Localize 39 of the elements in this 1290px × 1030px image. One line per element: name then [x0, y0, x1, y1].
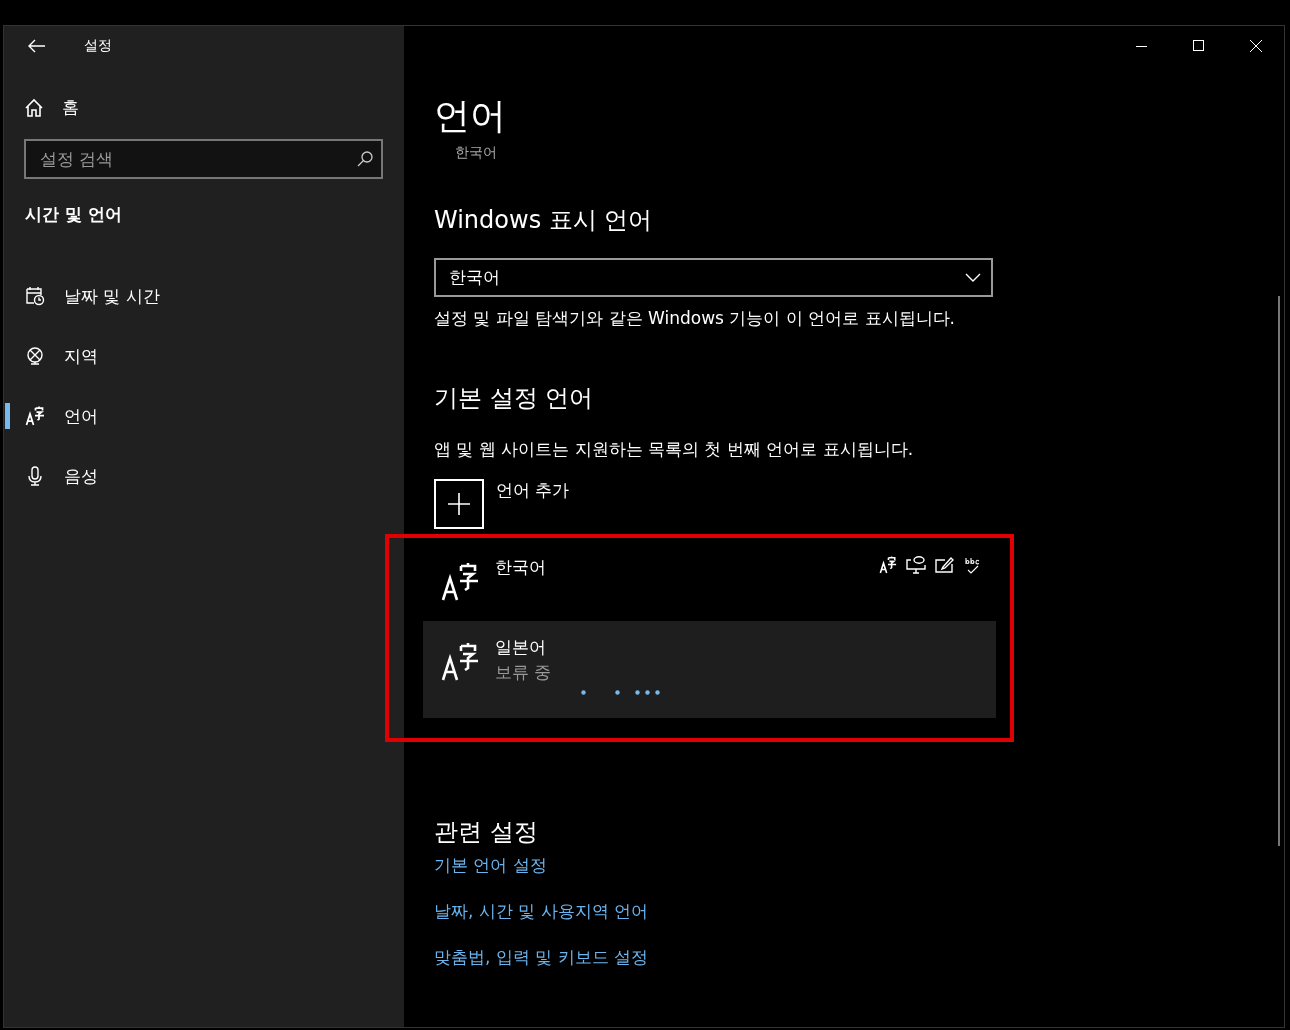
globe-icon: [25, 346, 45, 366]
microphone-icon: [25, 466, 45, 486]
section-heading: 시간 및 언어: [25, 203, 123, 226]
section-heading: Windows 표시 언어: [434, 205, 654, 236]
monitor-speech-icon: [906, 556, 926, 574]
window-title: 설정: [84, 37, 112, 55]
language-icon: [441, 562, 479, 602]
language-list-item[interactable]: 한국어: [423, 541, 996, 621]
language-icon: [25, 406, 45, 426]
section-heading: 기본 설정 언어: [434, 383, 595, 414]
pen-box-icon: [935, 556, 955, 574]
search-field[interactable]: 설정 검색: [24, 139, 383, 179]
description-text: 설정 및 파일 탐색기와 같은 Windows 기능이 이 언어로 표시됩니다.: [434, 307, 956, 330]
chevron-down-icon: [965, 273, 981, 282]
calendar-clock-icon: [25, 286, 45, 306]
section-heading: 관련 설정: [434, 817, 539, 848]
spell-check-icon: [964, 556, 982, 576]
page-subtitle: 한국어: [455, 144, 498, 162]
settings-link[interactable]: 날짜, 시간 및 사용지역 언어: [434, 900, 649, 923]
scrollbar[interactable]: [1278, 296, 1280, 846]
add-language-button[interactable]: 언어 추가: [434, 479, 570, 529]
maximize-icon: [1192, 40, 1205, 52]
sidebar-item[interactable]: 날짜 및 시간: [4, 266, 404, 326]
description-text: 앱 및 웹 사이트는 지원하는 목록의 첫 번째 언어로 표시됩니다.: [434, 438, 915, 461]
home-nav-item[interactable]: 홈: [24, 96, 79, 119]
search-icon: [357, 151, 373, 167]
language-icon: [441, 642, 479, 682]
sidebar-item[interactable]: 지역: [4, 326, 404, 386]
settings-link[interactable]: 맞춤법, 입력 및 키보드 설정: [434, 946, 649, 969]
language-list-item[interactable]: 일본어 보류 중: [423, 621, 996, 718]
sidebar-item[interactable]: 음성: [4, 446, 404, 506]
page-title: 언어: [434, 94, 507, 138]
home-icon: [24, 97, 44, 118]
sidebar-item[interactable]: 언어: [4, 386, 404, 446]
plus-icon: [448, 493, 470, 515]
settings-link[interactable]: 기본 언어 설정: [434, 854, 547, 877]
close-icon: [1249, 40, 1262, 52]
language-icon: [879, 556, 897, 574]
language-dropdown[interactable]: 한국어: [434, 258, 993, 297]
